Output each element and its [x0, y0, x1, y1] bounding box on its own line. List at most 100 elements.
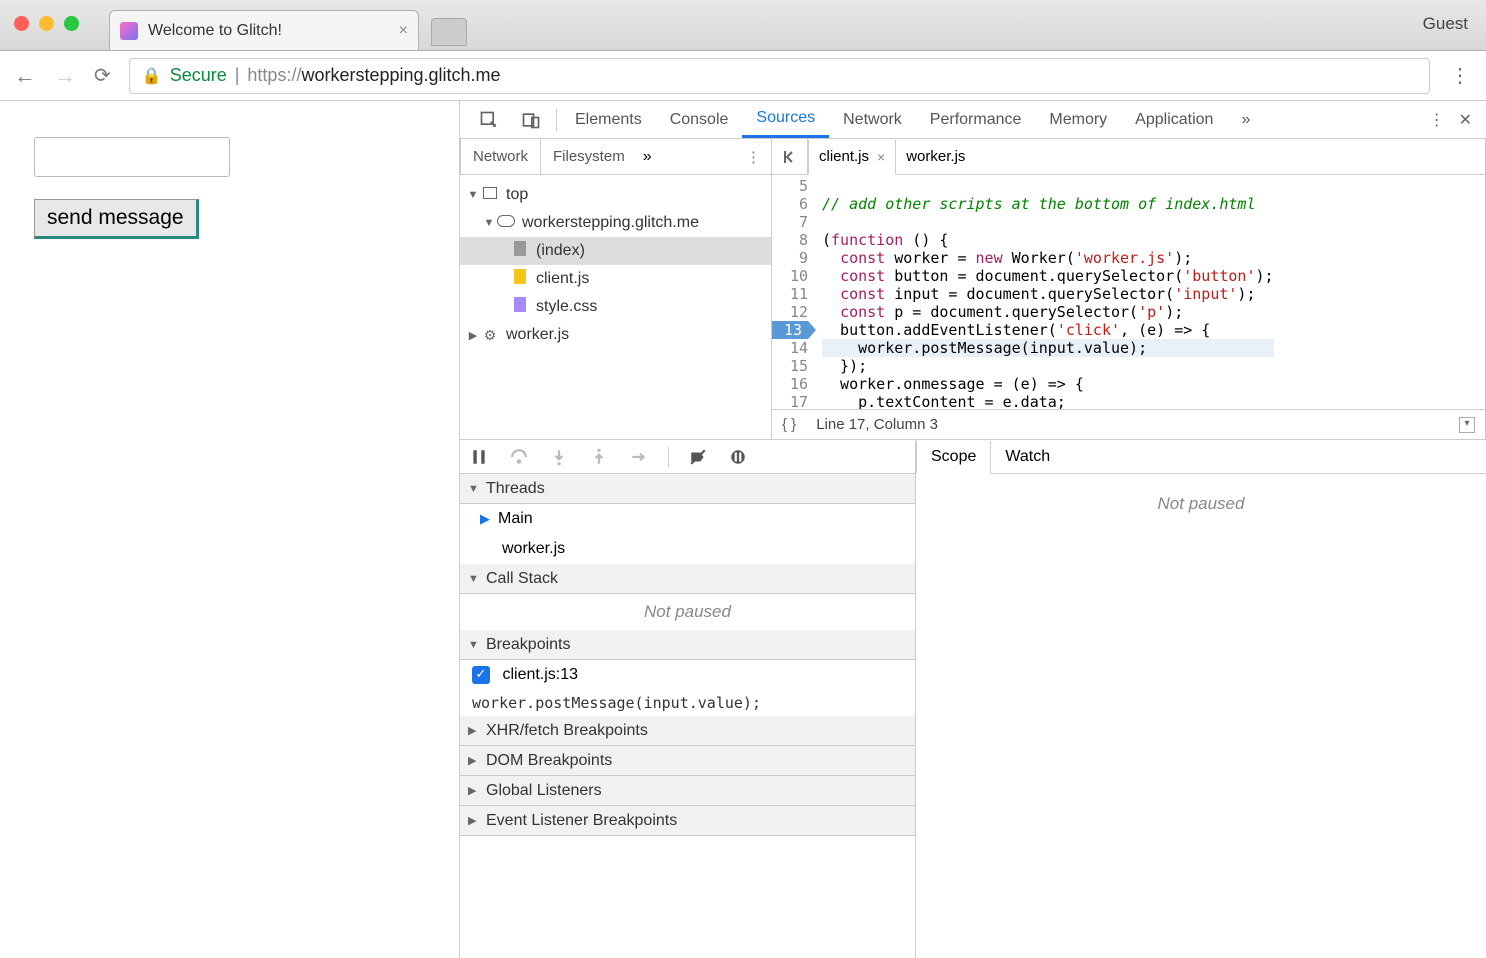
- cursor-position: Line 17, Column 3: [816, 416, 938, 433]
- pause-button[interactable]: [468, 446, 490, 468]
- chevron-right-icon: ▶: [468, 814, 482, 827]
- device-toolbar-icon[interactable]: [518, 107, 544, 133]
- close-icon[interactable]: ×: [877, 149, 885, 165]
- breakpoint-item[interactable]: ✓ client.js:13: [460, 660, 915, 690]
- devtools-menu-icon[interactable]: ⋮: [1429, 110, 1445, 130]
- chevron-down-icon: ▼: [468, 573, 482, 585]
- code-lines[interactable]: // add other scripts at the bottom of in…: [814, 175, 1274, 409]
- chevron-down-icon: ▼: [466, 189, 480, 201]
- js-file-icon: [514, 269, 526, 284]
- devtools-close-icon[interactable]: ✕: [1459, 110, 1472, 130]
- gear-icon: ⚙: [480, 327, 500, 344]
- pause-on-exceptions-button[interactable]: [727, 446, 749, 468]
- chevron-right-icon: ▶: [466, 329, 480, 342]
- thread-worker[interactable]: worker.js: [460, 534, 915, 564]
- chrome-menu-button[interactable]: ⋮: [1448, 63, 1472, 88]
- editor-status-bar: { } Line 17, Column 3 ▾: [772, 409, 1485, 439]
- send-message-button[interactable]: send message: [34, 199, 199, 239]
- back-button[interactable]: ←: [14, 63, 36, 89]
- favicon: [120, 22, 138, 40]
- current-thread-icon: ▶: [480, 511, 490, 527]
- lock-icon: 🔒: [142, 66, 162, 86]
- dom-breakpoints-header[interactable]: ▶DOM Breakpoints: [460, 746, 915, 776]
- sources-navigator: Network Filesystem » ⋮ ▼ top ▼ wor: [460, 139, 772, 439]
- tree-frame-top[interactable]: ▼ top: [460, 181, 771, 209]
- xhr-breakpoints-header[interactable]: ▶XHR/fetch Breakpoints: [460, 716, 915, 746]
- maximize-window-button[interactable]: [64, 16, 79, 31]
- tree-label: top: [506, 186, 528, 204]
- tabs-overflow-icon[interactable]: »: [1227, 101, 1264, 138]
- debugger-left-pane: ▼Threads ▶Main worker.js ▼Call Stack Not…: [460, 440, 916, 958]
- tree-file-index[interactable]: (index): [460, 237, 771, 265]
- editor-tab-workerjs[interactable]: worker.js: [896, 139, 975, 174]
- global-listeners-header[interactable]: ▶Global Listeners: [460, 776, 915, 806]
- nav-tab-network[interactable]: Network: [460, 139, 541, 174]
- breakpoint-checkbox[interactable]: ✓: [472, 666, 490, 684]
- tab-sources[interactable]: Sources: [742, 101, 829, 138]
- tree-label: worker.js: [506, 326, 569, 344]
- cloud-icon: [497, 215, 515, 227]
- nav-tabs-more-icon[interactable]: »: [637, 148, 658, 166]
- tab-elements[interactable]: Elements: [561, 101, 656, 138]
- css-file-icon: [514, 297, 526, 312]
- deactivate-breakpoints-button[interactable]: [687, 446, 709, 468]
- editor-tab-label: client.js: [819, 148, 869, 165]
- step-over-button: [508, 446, 530, 468]
- close-tab-icon[interactable]: ×: [399, 22, 408, 40]
- tab-application[interactable]: Application: [1121, 101, 1227, 138]
- chevron-down-icon: ▼: [482, 217, 496, 229]
- tab-memory[interactable]: Memory: [1035, 101, 1121, 138]
- nav-tab-filesystem[interactable]: Filesystem: [541, 139, 637, 174]
- page-content: send message: [0, 101, 460, 958]
- tree-file-stylecss[interactable]: style.css: [460, 293, 771, 321]
- toolbar: ← → ⟳ 🔒 Secure | https://workerstepping.…: [0, 51, 1486, 101]
- tab-console[interactable]: Console: [656, 101, 743, 138]
- browser-tab[interactable]: Welcome to Glitch! ×: [109, 10, 419, 50]
- tree-label: client.js: [536, 270, 589, 288]
- inspect-element-icon[interactable]: [476, 107, 502, 133]
- tree-label: workerstepping.glitch.me: [522, 214, 699, 232]
- editor-tab-clientjs[interactable]: client.js ×: [808, 140, 896, 175]
- coverage-icon[interactable]: ▾: [1459, 417, 1475, 433]
- url-scheme: https://: [247, 65, 301, 85]
- profile-label[interactable]: Guest: [1423, 14, 1468, 34]
- step-button: [628, 446, 650, 468]
- frame-icon: [483, 187, 497, 199]
- scope-tab[interactable]: Scope: [916, 441, 991, 474]
- thread-main[interactable]: ▶Main: [460, 504, 915, 534]
- callstack-header[interactable]: ▼Call Stack: [460, 564, 915, 594]
- url-separator: |: [235, 65, 240, 86]
- tree-file-clientjs[interactable]: client.js: [460, 265, 771, 293]
- tree-label: (index): [536, 242, 585, 260]
- reload-button[interactable]: ⟳: [94, 63, 111, 88]
- scope-not-paused: Not paused: [916, 486, 1486, 522]
- breakpoints-header[interactable]: ▼Breakpoints: [460, 630, 915, 660]
- code-body[interactable]: 56789101112 13 1415161718 // add other s…: [772, 175, 1485, 409]
- event-listener-breakpoints-header[interactable]: ▶Event Listener Breakpoints: [460, 806, 915, 836]
- close-window-button[interactable]: [14, 16, 29, 31]
- collapse-navigator-icon[interactable]: [772, 139, 808, 174]
- message-input[interactable]: [34, 137, 230, 177]
- watch-tab[interactable]: Watch: [991, 440, 1064, 473]
- secure-label: Secure: [170, 65, 227, 86]
- pretty-print-icon[interactable]: { }: [782, 416, 796, 433]
- url-host: workerstepping.glitch.me: [301, 65, 500, 85]
- new-tab-button[interactable]: [431, 18, 467, 46]
- line-gutter[interactable]: 56789101112 13 1415161718: [772, 175, 814, 409]
- breakpoint-label: client.js:13: [502, 666, 578, 683]
- file-tree: ▼ top ▼ workerstepping.glitch.me (index): [460, 175, 771, 355]
- nav-options-icon[interactable]: ⋮: [736, 148, 771, 166]
- address-bar[interactable]: 🔒 Secure | https://workerstepping.glitch…: [129, 58, 1430, 94]
- threads-header[interactable]: ▼Threads: [460, 474, 915, 504]
- tree-worker[interactable]: ▶ ⚙ worker.js: [460, 321, 771, 349]
- chevron-down-icon: ▼: [468, 483, 482, 495]
- code-editor: client.js × worker.js 56789101112 13 141…: [772, 139, 1486, 439]
- tab-network[interactable]: Network: [829, 101, 916, 138]
- breakpoint-code: worker.postMessage(input.value);: [460, 690, 915, 716]
- debugger-right-pane: Scope Watch Not paused: [916, 440, 1486, 958]
- tab-performance[interactable]: Performance: [916, 101, 1036, 138]
- tree-domain[interactable]: ▼ workerstepping.glitch.me: [460, 209, 771, 237]
- minimize-window-button[interactable]: [39, 16, 54, 31]
- document-icon: [514, 241, 526, 256]
- forward-button: →: [54, 63, 76, 89]
